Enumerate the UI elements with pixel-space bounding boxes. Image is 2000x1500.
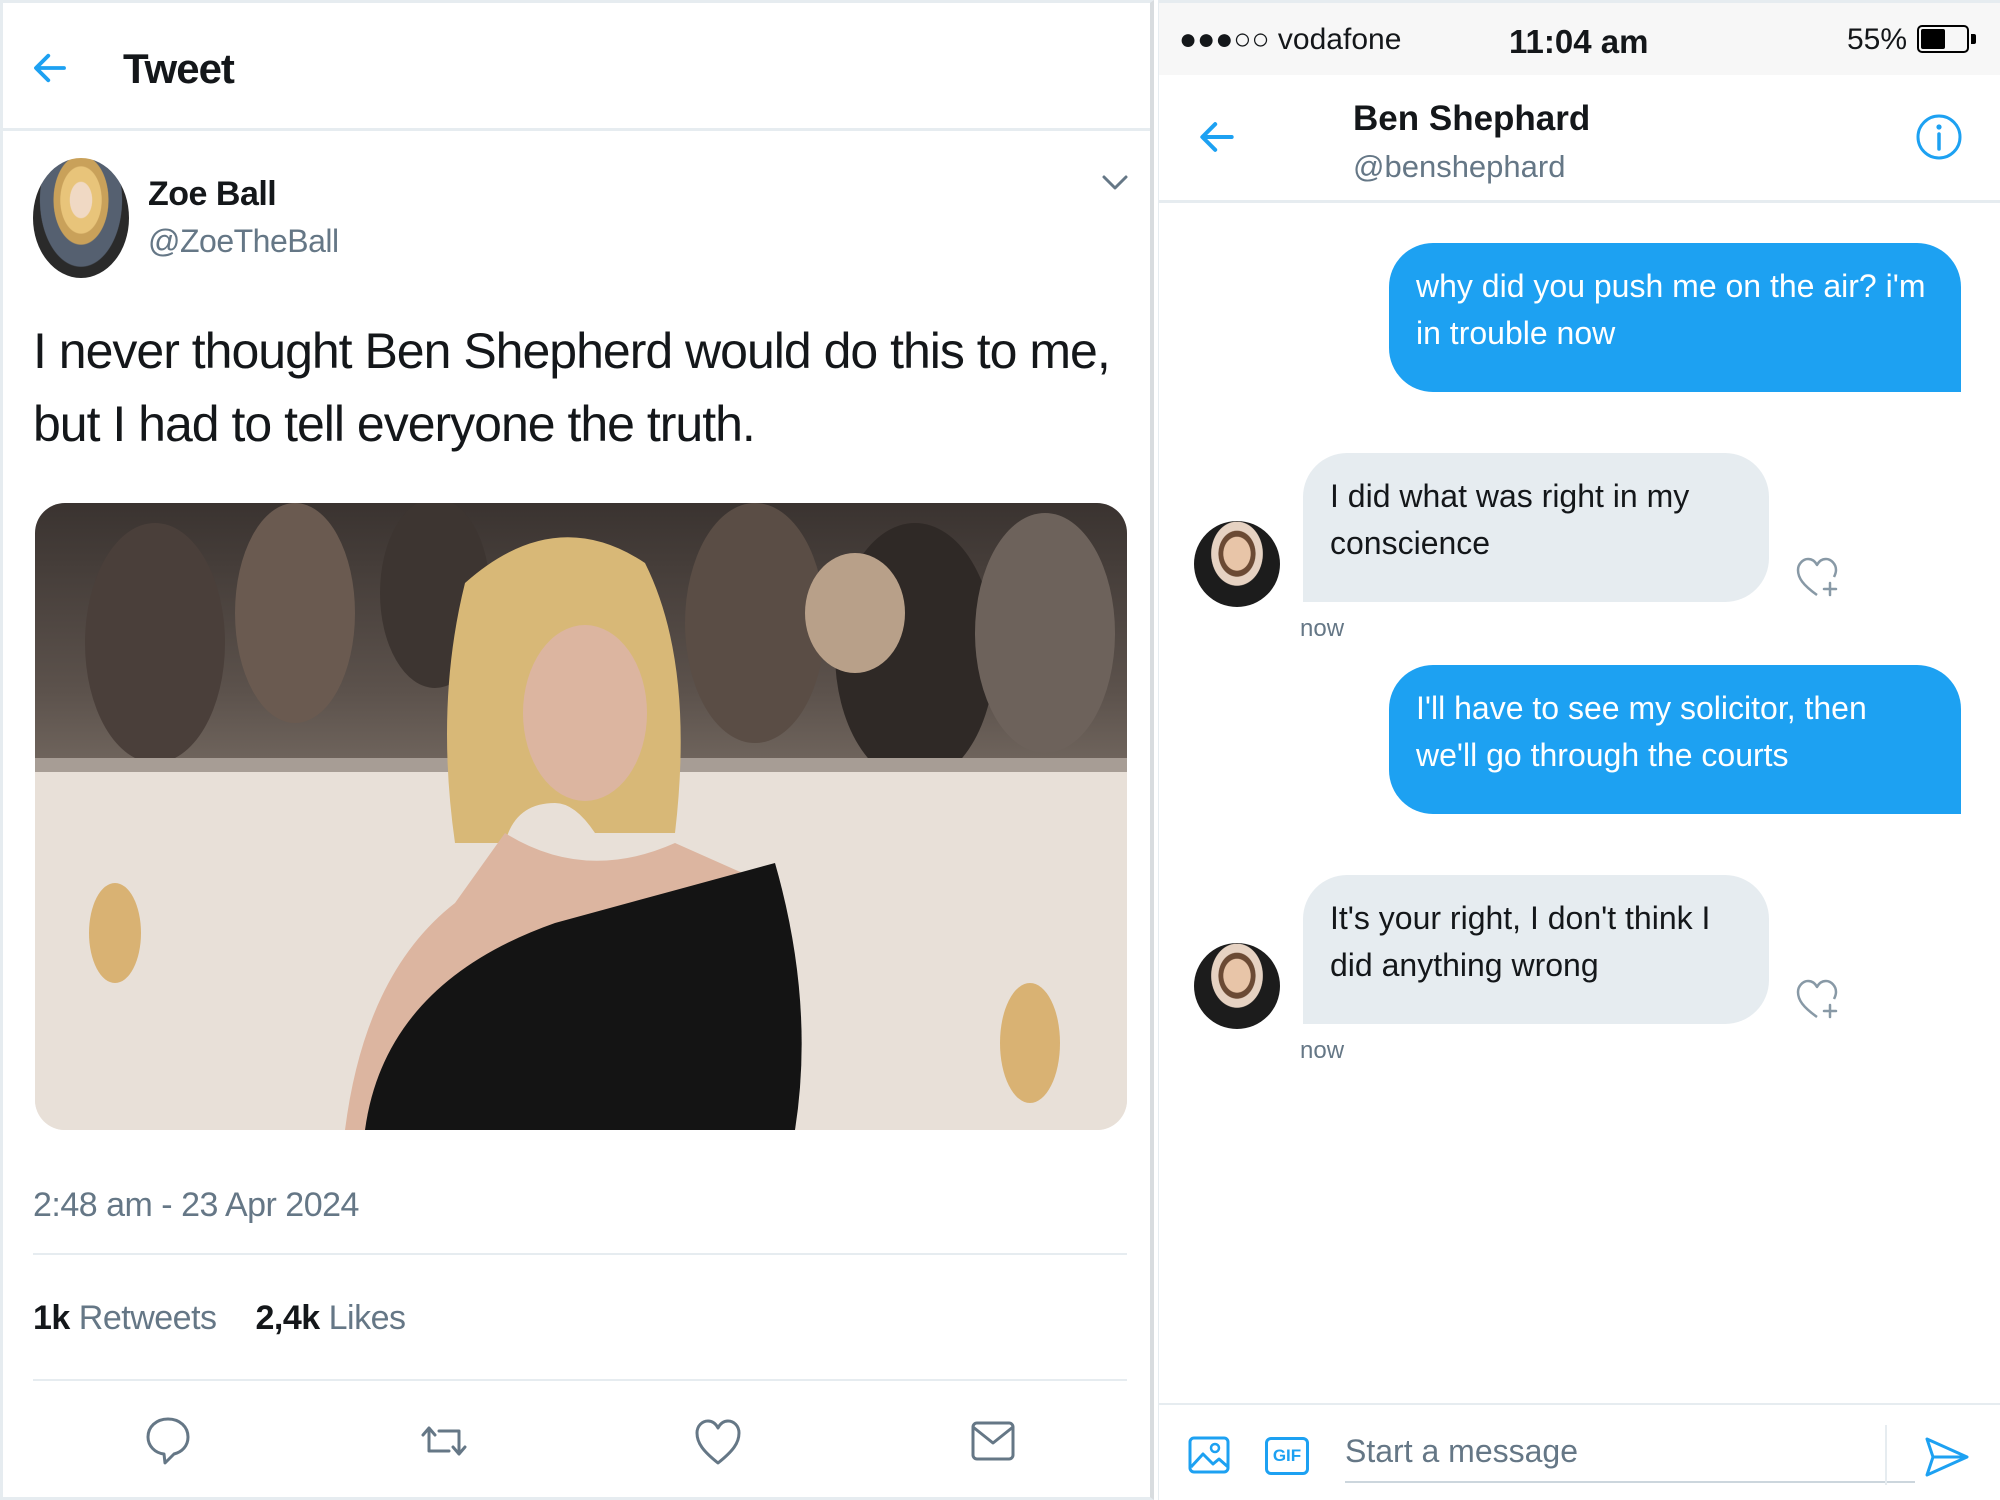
avatar[interactable] [1194, 521, 1280, 607]
heart-plus-icon[interactable] [1795, 555, 1843, 599]
message-bubble-sent[interactable]: why did you push me on the air? i'm in t… [1389, 243, 1961, 392]
tweet-header: Tweet [3, 3, 1150, 131]
avatar[interactable] [33, 158, 129, 278]
message-timestamp: now [1300, 1037, 1345, 1064]
retweets-stat[interactable]: 1k Retweets [33, 1299, 217, 1338]
tweet-panel: Tweet Zoe Ball @ZoeTheBall I never thoug… [0, 0, 1154, 1500]
retweet-icon[interactable] [419, 1413, 469, 1469]
message-composer: GIF [1159, 1403, 2000, 1500]
author-name[interactable]: Zoe Ball [148, 175, 277, 214]
likes-count: 2,4k [255, 1299, 320, 1337]
message-bubble-sent[interactable]: I'll have to see my solicitor, then we'l… [1389, 665, 1961, 814]
back-arrow-icon[interactable] [29, 47, 71, 89]
clock: 11:04 am [1509, 23, 1649, 60]
chevron-down-icon[interactable] [1101, 173, 1129, 193]
carrier-label: ●●●○○ vodafone [1179, 23, 1402, 56]
info-icon[interactable] [1915, 113, 1963, 161]
like-icon[interactable] [693, 1413, 743, 1469]
tweet-photo[interactable] [35, 503, 1127, 1130]
page-title: Tweet [123, 45, 235, 92]
share-icon[interactable] [968, 1413, 1018, 1469]
battery-fill [1921, 29, 1945, 49]
gif-button[interactable]: GIF [1265, 1437, 1309, 1475]
message-bubble-received[interactable]: It's your right, I don't think I did any… [1303, 875, 1769, 1024]
contact-name: Ben Shephard [1353, 99, 1591, 138]
likes-label: Likes [328, 1299, 406, 1337]
battery-tip [1971, 34, 1976, 44]
battery-percent: 55% [1847, 23, 1908, 56]
back-arrow-icon[interactable] [1195, 115, 1239, 159]
conversation-header: Ben Shephard @benshephard [1159, 75, 2000, 203]
retweets-label: Retweets [78, 1299, 217, 1337]
message-input[interactable] [1345, 1421, 1915, 1483]
divider [33, 1379, 1127, 1381]
dm-panel: ●●●○○ vodafone 11:04 am 55% Ben Shephard… [1158, 0, 2000, 1500]
reply-icon[interactable] [143, 1413, 193, 1469]
message-timestamp: now [1300, 615, 1345, 642]
battery-icon [1917, 25, 1969, 53]
retweets-count: 1k [33, 1299, 70, 1337]
divider [33, 1253, 1127, 1255]
divider [1885, 1425, 1887, 1485]
tweet-timestamp: 2:48 am - 23 Apr 2024 [33, 1186, 359, 1224]
message-bubble-received[interactable]: I did what was right in my conscience [1303, 453, 1769, 602]
photo-illustration [35, 503, 1127, 1130]
author-handle[interactable]: @ZoeTheBall [148, 223, 339, 260]
likes-stat[interactable]: 2,4k Likes [255, 1299, 406, 1338]
tweet-stats: 1k Retweets 2,4k Likes [33, 1299, 435, 1338]
contact-handle: @benshephard [1353, 149, 1566, 184]
image-icon[interactable] [1187, 1433, 1231, 1477]
send-icon[interactable] [1923, 1433, 1971, 1481]
status-bar: ●●●○○ vodafone 11:04 am 55% [1159, 3, 2000, 75]
heart-plus-icon[interactable] [1795, 977, 1843, 1021]
tweet-text: I never thought Ben Shepherd would do th… [33, 323, 1111, 452]
avatar[interactable] [1194, 943, 1280, 1029]
